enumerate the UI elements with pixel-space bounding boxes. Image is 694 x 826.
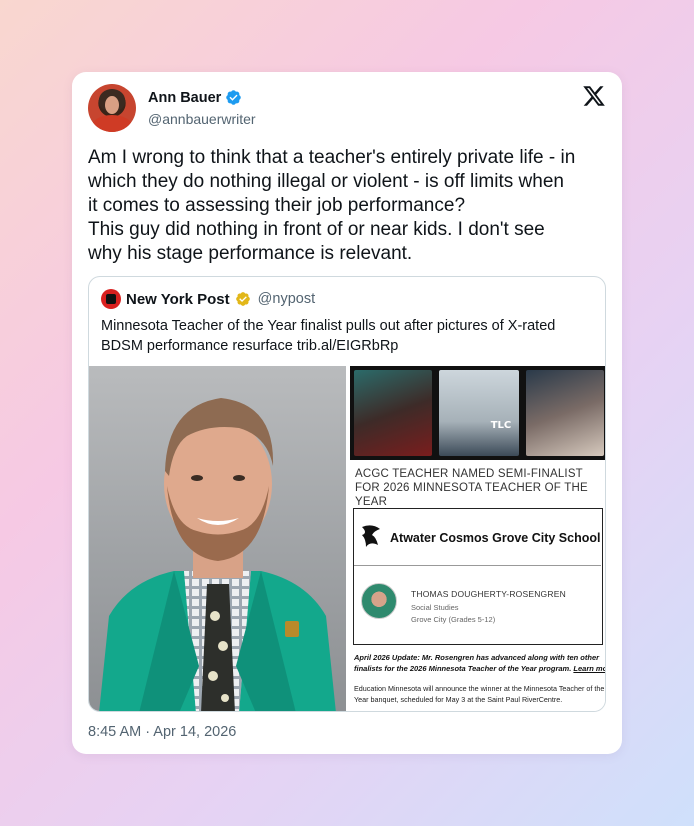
collage-tlc-label: TLC — [490, 420, 512, 431]
collage-photo-costume — [526, 370, 604, 456]
school-card: Atwater Cosmos Grove City School THOMAS … — [353, 508, 603, 645]
teacher-portrait-image[interactable] — [89, 366, 346, 711]
quoted-text-line: BDSM performance resurface trib.al/EIGRb… — [101, 338, 399, 354]
falcon-logo-icon — [362, 525, 380, 547]
school-name: Atwater Cosmos Grove City School — [390, 531, 601, 545]
update-line: April 2026 Update: Mr. Rosengren has adv… — [354, 653, 600, 662]
gold-verified-badge-icon — [235, 292, 250, 306]
school-card-header: Atwater Cosmos Grove City School — [354, 509, 601, 566]
x-logo-icon[interactable] — [582, 84, 606, 108]
article-headline-line: ACGC TEACHER NAMED SEMI-FINALIST — [355, 468, 583, 480]
article-headline-line: YEAR — [355, 496, 388, 508]
verified-badge-icon — [226, 90, 242, 105]
collage-photo-group — [439, 370, 519, 456]
quoted-display-name[interactable]: New York Post — [126, 291, 230, 308]
quoted-text-line: Minnesota Teacher of the Year finalist p… — [101, 318, 556, 334]
author-name-line: Ann Bauer — [148, 89, 242, 106]
quoted-handle[interactable]: @nypost — [258, 291, 315, 307]
update-line-text: finalists for the 2026 Minnesota Teacher… — [354, 664, 572, 673]
tweet-text-line: Am I wrong to think that a teacher's ent… — [88, 147, 576, 168]
announcement-line: Year banquet, scheduled for May 3 at the… — [354, 695, 563, 704]
announcement-line: Education Minnesota will announce the wi… — [354, 684, 605, 693]
author-handle[interactable]: @annbauerwriter — [148, 111, 256, 127]
portrait-illustration — [99, 398, 336, 711]
announcement-text: Education Minnesota will announce the wi… — [354, 683, 605, 705]
photo-collage: TLC — [350, 366, 605, 460]
tweet-header: Ann Bauer @annbauerwriter — [88, 84, 606, 132]
quoted-tweet[interactable]: New York Post @nypost Minnesota Teacher … — [88, 276, 606, 712]
teacher-name: THOMAS DOUGHERTY-ROSENGREN — [411, 589, 566, 599]
tweet-text-line: which they do nothing illegal or violent… — [88, 171, 564, 192]
teacher-location: Grove City (Grades 5-12) — [411, 615, 496, 624]
author-avatar[interactable] — [88, 84, 136, 132]
quoted-text: Minnesota Teacher of the Year finalist p… — [101, 316, 595, 356]
nypost-avatar[interactable] — [101, 289, 121, 309]
teacher-avatar — [361, 583, 397, 619]
tweet-text-line: why his stage performance is relevant. — [88, 243, 413, 264]
collage-photo-stage — [354, 370, 432, 456]
author-display-name[interactable]: Ann Bauer — [148, 90, 221, 106]
quoted-tweet-header: New York Post @nypost — [101, 289, 315, 309]
teacher-subject: Social Studies — [411, 603, 459, 612]
news-article-image[interactable]: TLC ACGC TEACHER NAMED SEMI-FINALIST FOR… — [350, 366, 605, 711]
tweet-timestamp[interactable]: 8:45 AM · Apr 14, 2026 — [88, 724, 236, 740]
learn-more-link: Learn more. — [573, 664, 605, 673]
tweet-text-line: This guy did nothing in front of or near… — [88, 219, 545, 240]
tweet-text-line: it comes to assessing their job performa… — [88, 195, 466, 216]
tweet-card: Ann Bauer @annbauerwriter Am I wrong to … — [72, 72, 622, 754]
tweet-text: Am I wrong to think that a teacher's ent… — [88, 146, 608, 266]
article-headline: ACGC TEACHER NAMED SEMI-FINALIST FOR 202… — [355, 467, 605, 509]
update-line-2: finalists for the 2026 Minnesota Teacher… — [354, 663, 605, 674]
article-headline-line: FOR 2026 MINNESOTA TEACHER OF THE — [355, 482, 588, 494]
update-note: April 2026 Update: Mr. Rosengren has adv… — [354, 652, 605, 674]
